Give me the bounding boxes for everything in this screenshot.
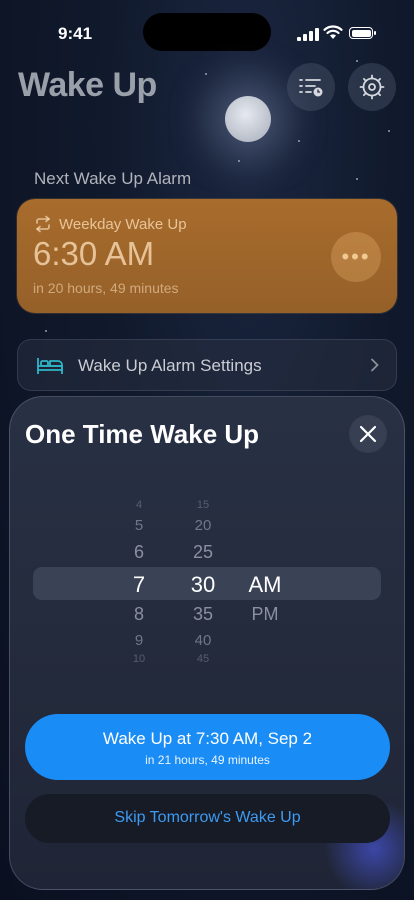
minute-option[interactable]: 35 <box>178 604 228 625</box>
wifi-icon <box>323 25 343 39</box>
minute-option[interactable]: 25 <box>178 542 228 563</box>
sheet-title: One Time Wake Up <box>25 419 260 449</box>
next-alarm-section-label: Next Wake Up Alarm <box>34 169 192 188</box>
hour-option[interactable]: 8 <box>114 604 164 625</box>
repeat-icon <box>36 215 50 233</box>
hour-option[interactable]: 4 <box>114 499 164 511</box>
star <box>45 330 47 332</box>
wake-up-at-button[interactable]: Wake Up at 7:30 AM, Sep 2 in 21 hours, 4… <box>25 714 390 780</box>
settings-button[interactable] <box>348 63 396 111</box>
status-bar: 9:41 <box>0 0 414 54</box>
battery-icon <box>349 27 376 39</box>
schedule-list-button[interactable] <box>287 63 335 111</box>
next-alarm-card[interactable]: Weekday Wake Up 6:30 AM in 20 hours, 49 … <box>17 199 397 313</box>
alarm-more-button[interactable]: ••• <box>331 232 381 282</box>
page-title: Wake Up <box>18 66 157 104</box>
hour-option[interactable]: 5 <box>114 517 164 534</box>
hour-option[interactable]: 10 <box>114 653 164 665</box>
close-icon <box>359 425 377 443</box>
minute-selected[interactable]: 30 <box>178 572 228 598</box>
minute-option[interactable]: 40 <box>178 632 228 649</box>
skip-tomorrow-button[interactable]: Skip Tomorrow's Wake Up <box>25 794 390 843</box>
dynamic-island <box>143 13 271 51</box>
status-time: 9:41 <box>58 24 93 43</box>
alarm-remaining-time: in 20 hours, 49 minutes <box>33 280 179 296</box>
period-selected[interactable]: AM <box>240 572 290 598</box>
hour-option[interactable]: 9 <box>114 632 164 649</box>
more-icon: ••• <box>341 244 371 269</box>
chevron-right-icon <box>371 358 379 372</box>
alarm-name: Weekday Wake Up <box>59 216 187 233</box>
minute-option[interactable]: 15 <box>178 499 228 511</box>
star <box>298 140 300 142</box>
star <box>356 178 358 180</box>
close-button[interactable] <box>349 415 387 453</box>
minute-option[interactable]: 45 <box>178 653 228 665</box>
period-option[interactable]: PM <box>240 604 290 625</box>
star <box>356 60 358 62</box>
one-time-wake-up-sheet: One Time Wake Up 4 5 6 7 8 9 10 15 20 25… <box>9 396 405 890</box>
moon-illustration <box>225 96 271 142</box>
schedule-list-icon <box>299 79 323 97</box>
wake-up-at-sublabel: in 21 hours, 49 minutes <box>145 753 270 767</box>
wake-up-at-label: Wake Up at 7:30 AM, Sep 2 <box>102 729 313 748</box>
signal-icon <box>297 27 319 41</box>
wake-up-settings-row[interactable]: Wake Up Alarm Settings <box>17 339 397 391</box>
settings-row-label: Wake Up Alarm Settings <box>78 356 262 375</box>
hour-option[interactable]: 6 <box>114 542 164 563</box>
star <box>238 160 240 162</box>
minute-option[interactable]: 20 <box>178 517 228 534</box>
star <box>205 73 207 75</box>
alarm-time: 6:30 AM <box>33 235 155 272</box>
hour-selected[interactable]: 7 <box>114 572 164 598</box>
bed-icon <box>37 358 63 374</box>
time-picker[interactable]: 4 5 6 7 8 9 10 15 20 25 30 35 40 45 AM P… <box>10 493 404 673</box>
star <box>388 130 390 132</box>
gear-icon <box>359 74 385 100</box>
skip-tomorrow-label: Skip Tomorrow's Wake Up <box>114 809 301 826</box>
